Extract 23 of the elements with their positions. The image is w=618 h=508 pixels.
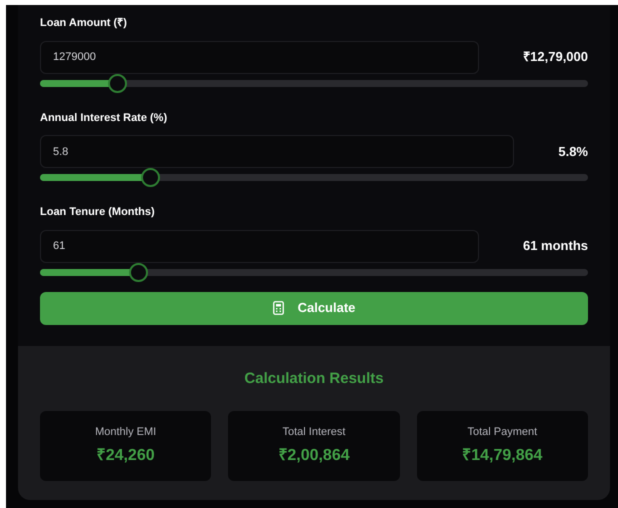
input-field[interactable]: 61 xyxy=(40,230,479,262)
slider-thumb[interactable] xyxy=(128,262,148,282)
result-label: Total Payment xyxy=(467,425,538,440)
result-value: ₹2,00,864 xyxy=(278,446,350,466)
slider[interactable] xyxy=(40,168,588,187)
result-label: Total Interest xyxy=(282,425,346,440)
value-display: 61 months xyxy=(522,237,588,256)
slider-thumb[interactable] xyxy=(108,74,127,92)
calculator-icon xyxy=(272,301,284,315)
value-display: 5.8% xyxy=(558,142,588,161)
result-value: ₹24,260 xyxy=(96,446,155,466)
input-field[interactable]: 1279000 xyxy=(40,40,480,74)
field-label: Annual Interest Rate (%) xyxy=(40,110,168,126)
slider[interactable] xyxy=(40,262,588,282)
slider-thumb[interactable] xyxy=(140,168,160,187)
result-label: Monthly EMI xyxy=(95,425,156,440)
value-display: ₹12,79,000 xyxy=(523,48,588,66)
result-value: ₹14,79,864 xyxy=(462,446,542,466)
input-field[interactable]: 5.8 xyxy=(40,135,514,168)
field-label: Loan Tenure (Months) xyxy=(40,205,156,220)
field-label: Loan Amount (₹) xyxy=(40,16,128,31)
slider[interactable] xyxy=(40,74,588,92)
results-title: Calculation Results xyxy=(244,368,384,388)
